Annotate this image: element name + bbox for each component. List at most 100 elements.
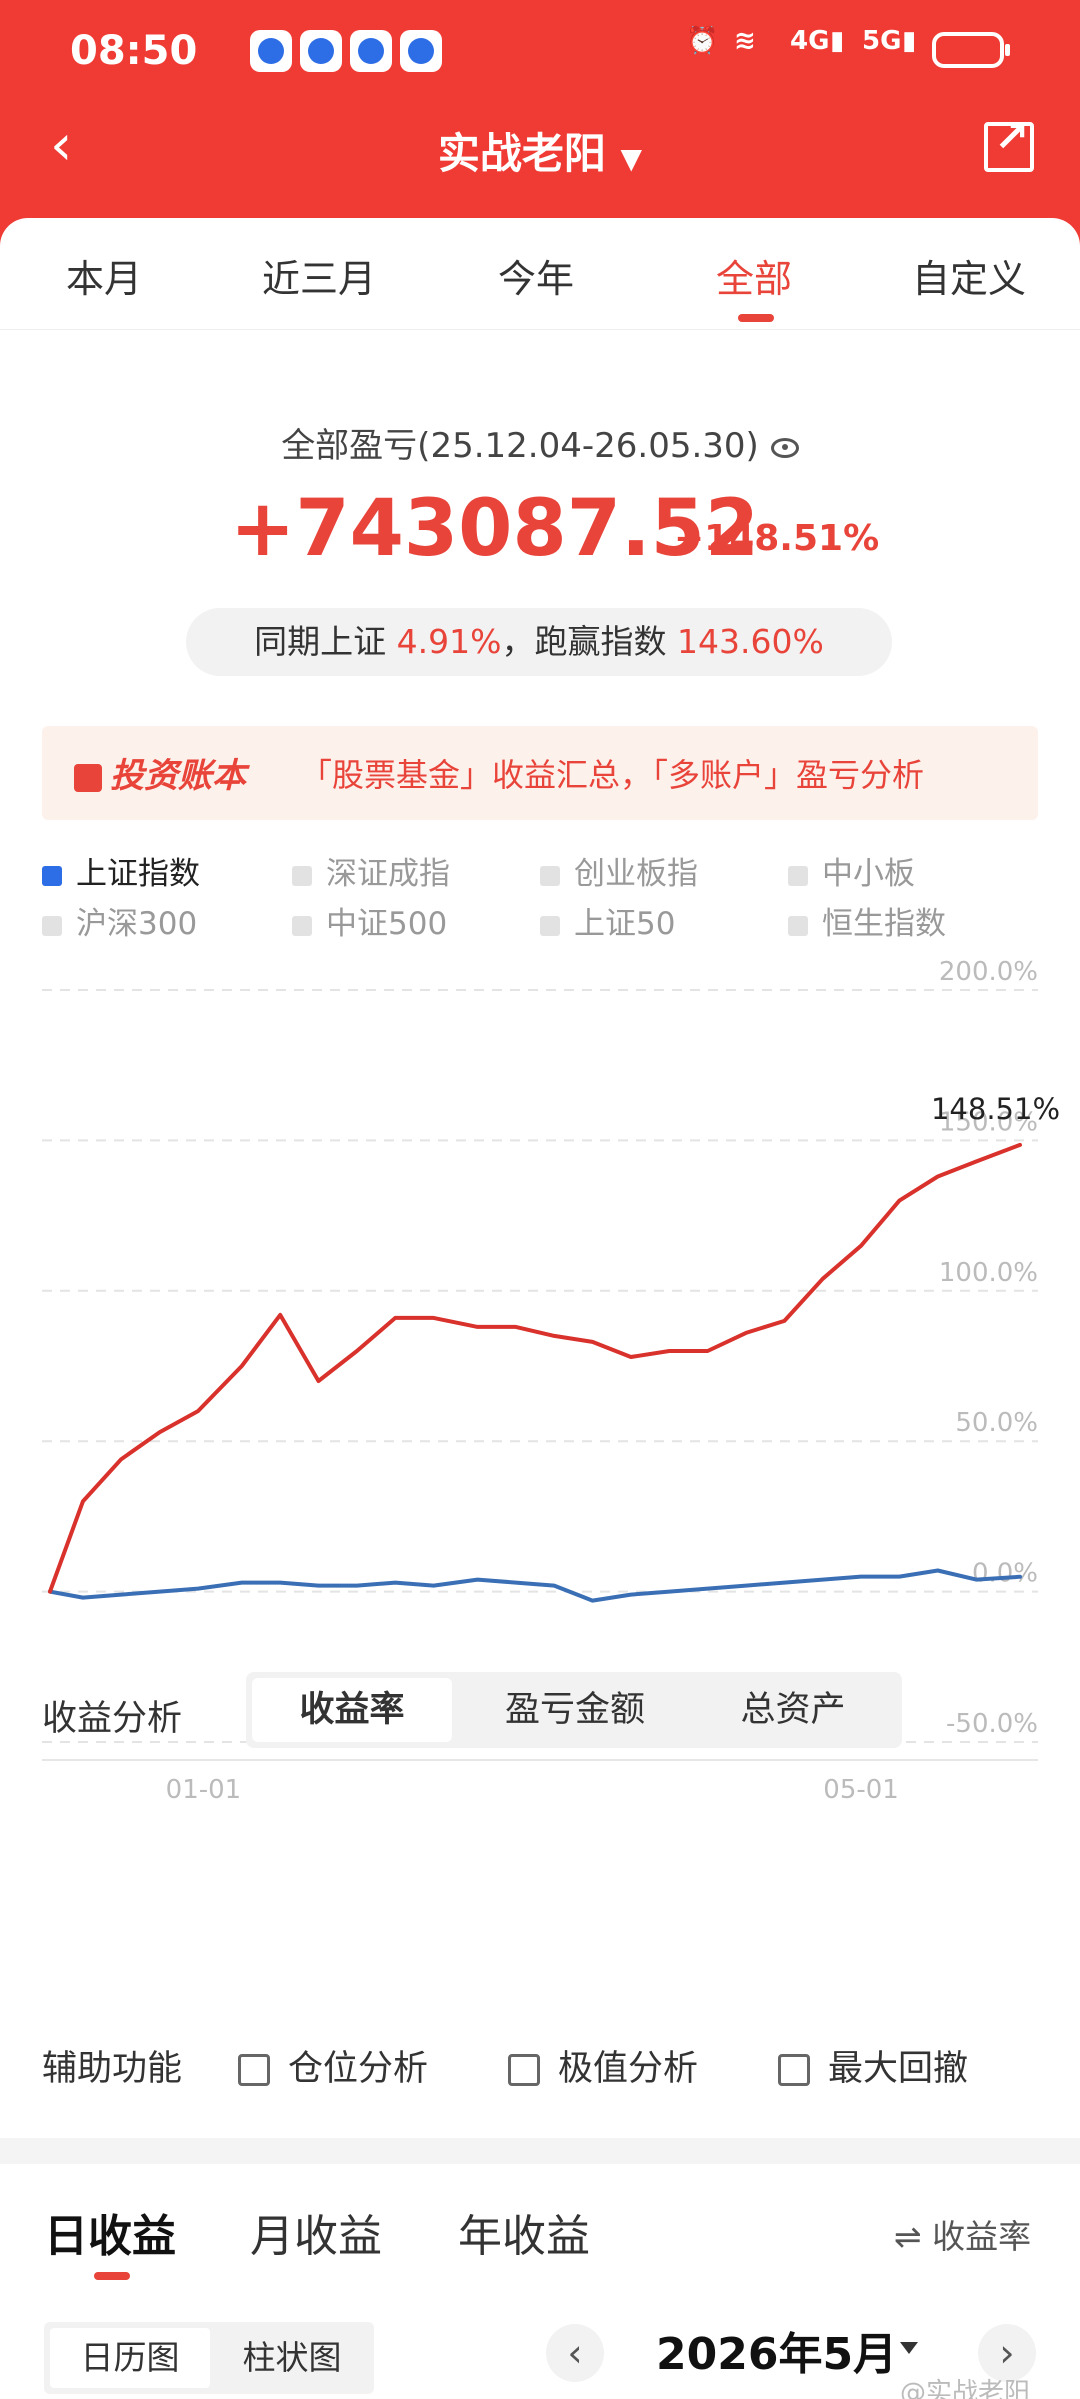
banner-text: 「股票基金」收益汇总，「多账户」盈亏分析 [300,756,925,794]
seg-return-rate[interactable]: 收益率 [252,1678,452,1742]
position-analysis-checkbox[interactable]: 仓位分析 [238,2040,428,2091]
seg-profit-amount[interactable]: 盈亏金额 [470,1678,680,1742]
legend-label: 深证成指 [326,856,450,892]
compare-mid: ，跑赢指数 [501,622,667,661]
signal-icon: ▮ [902,26,917,56]
aux-label: 辅助功能 [42,2049,183,2089]
summary-title: 全部盈亏(25.12.04-26.05.30) [0,418,1080,467]
battery-icon [932,32,1010,68]
legend-swatch [540,865,560,886]
legend-item-hang-seng[interactable]: 恒生指数 [788,898,946,943]
legend-item-sme[interactable]: 中小板 [788,848,915,893]
ad-banner[interactable]: 投资账本 「股票基金」收益汇总，「多账户」盈亏分析 [42,726,1038,820]
tab-this-month[interactable]: 本月 [66,248,142,303]
tab-yearly-earnings[interactable]: 年收益 [458,2200,590,2264]
bottom-tab-underline [94,2272,130,2280]
legend-swatch [540,915,560,936]
legend-item-csi300[interactable]: 沪深300 [42,898,197,943]
signal-icon: ▮ [830,26,845,56]
tab-monthly-earnings[interactable]: 月收益 [250,2200,382,2264]
legend-swatch [292,865,312,886]
tab-underline [738,314,774,322]
chevron-down-icon: ▼ [620,142,643,175]
checkbox-icon [778,2054,810,2086]
legend-label: 创业板指 [574,856,698,892]
legend-label: 上证指数 [76,856,200,892]
app-notification-icon [250,30,292,72]
ledger-logo-icon [74,763,102,792]
period-tabs: 本月 近三月 今年 全部 自定义 [0,218,1080,330]
view-bar[interactable]: 柱状图 [216,2328,368,2388]
status-bar: 08:50 ⏰ ≋ 4G ▮ 5G ▮ [0,0,1080,104]
legend-swatch [292,915,312,936]
compare-outperform-pct: 143.60% [677,622,824,661]
x-tick-label: 01-01 [166,1775,242,1805]
banner-logo: 投资账本 [74,748,246,797]
benchmark-compare: 同期上证 4.91%，跑赢指数 143.60% [186,608,892,676]
tab-all[interactable]: 全部 [716,248,792,303]
legend-swatch [42,865,62,886]
checkbox-icon [508,2054,540,2086]
return-rate-toggle[interactable]: ⇌ 收益率 [894,2210,1031,2258]
legend-label: 恒生指数 [822,906,946,942]
y-tick-label: -50.0% [946,1709,1038,1739]
legend-item-sse50[interactable]: 上证50 [540,898,675,943]
share-button[interactable] [984,112,1034,172]
month-selector[interactable]: 2026年5月 [656,2318,897,2382]
swap-icon: ⇌ [894,2217,933,2256]
legend-swatch [788,915,808,936]
prev-month-button[interactable]: ‹ [546,2324,604,2382]
checkbox-label: 最大回撤 [828,2049,969,2089]
legend-label: 沪深300 [76,906,198,942]
legend-label: 中证500 [326,906,448,942]
series-line-portfolio [48,1142,1022,1594]
toggle-label: 收益率 [932,2217,1032,2256]
y-tick-label: 50.0% [955,1408,1038,1438]
page-title-text: 实战老阳 [437,129,606,178]
view-segmented-control: 日历图 柱状图 [44,2322,374,2394]
seg-total-assets[interactable]: 总资产 [690,1678,896,1742]
y-tick-label: 0.0% [972,1559,1038,1589]
series-line-sh-index [48,1568,1022,1603]
legend-label: 上证50 [574,906,676,942]
compare-prefix: 同期上证 [254,622,387,661]
chevron-down-icon [900,2342,918,2354]
tab-this-year[interactable]: 今年 [498,248,574,303]
checkbox-label: 极值分析 [558,2049,699,2089]
extreme-analysis-checkbox[interactable]: 极值分析 [508,2040,698,2091]
summary-title-text: 全部盈亏(25.12.04-26.05.30) [281,426,759,466]
wifi-icon: ≋ [734,26,756,56]
y-tick-label: 100.0% [939,1258,1038,1288]
status-time: 08:50 [70,28,198,74]
app-notification-icon [300,30,342,72]
checkbox-label: 仓位分析 [288,2049,429,2089]
checkbox-icon [238,2054,270,2086]
top-header: 08:50 ⏰ ≋ 4G ▮ 5G ▮ ‹ 实战老阳 ▼ [0,0,1080,250]
banner-logo-text: 投资账本 [110,756,246,796]
tab-custom[interactable]: 自定义 [912,248,1026,303]
tab-three-months[interactable]: 近三月 [262,248,376,303]
network-5g-label: 5G [862,26,902,56]
view-calendar[interactable]: 日历图 [50,2328,210,2388]
alarm-icon: ⏰ [686,26,719,56]
y-tick-label: 200.0% [939,960,1038,987]
page-title[interactable]: 实战老阳 ▼ [0,120,1080,181]
tab-daily-earnings[interactable]: 日收益 [44,2200,176,2264]
max-drawdown-checkbox[interactable]: 最大回撤 [778,2040,968,2091]
compare-index-pct: 4.91% [396,622,502,661]
legend-swatch [42,915,62,936]
legend-label: 中小板 [822,856,915,892]
legend-item-csi500[interactable]: 中证500 [292,898,447,943]
network-4g-label: 4G [790,26,830,56]
analysis-segmented-control: 收益率 盈亏金额 总资产 [246,1672,902,1748]
end-value-label: 148.51% [931,1092,1060,1126]
eye-icon[interactable] [770,437,799,458]
legend-item-sz-component[interactable]: 深证成指 [292,848,450,893]
app-notification-icon [400,30,442,72]
analysis-label: 收益分析 [42,1699,183,1739]
weather-icon [350,30,392,72]
total-profit-pct: +148.51% [674,518,880,559]
legend-item-chinext[interactable]: 创业板指 [540,848,698,893]
earnings-section: 日收益 月收益 年收益 ⇌ 收益率 日历图 柱状图 ‹ 2026年5月 › [0,2164,1080,2399]
legend-item-sh-index[interactable]: 上证指数 [42,848,200,893]
